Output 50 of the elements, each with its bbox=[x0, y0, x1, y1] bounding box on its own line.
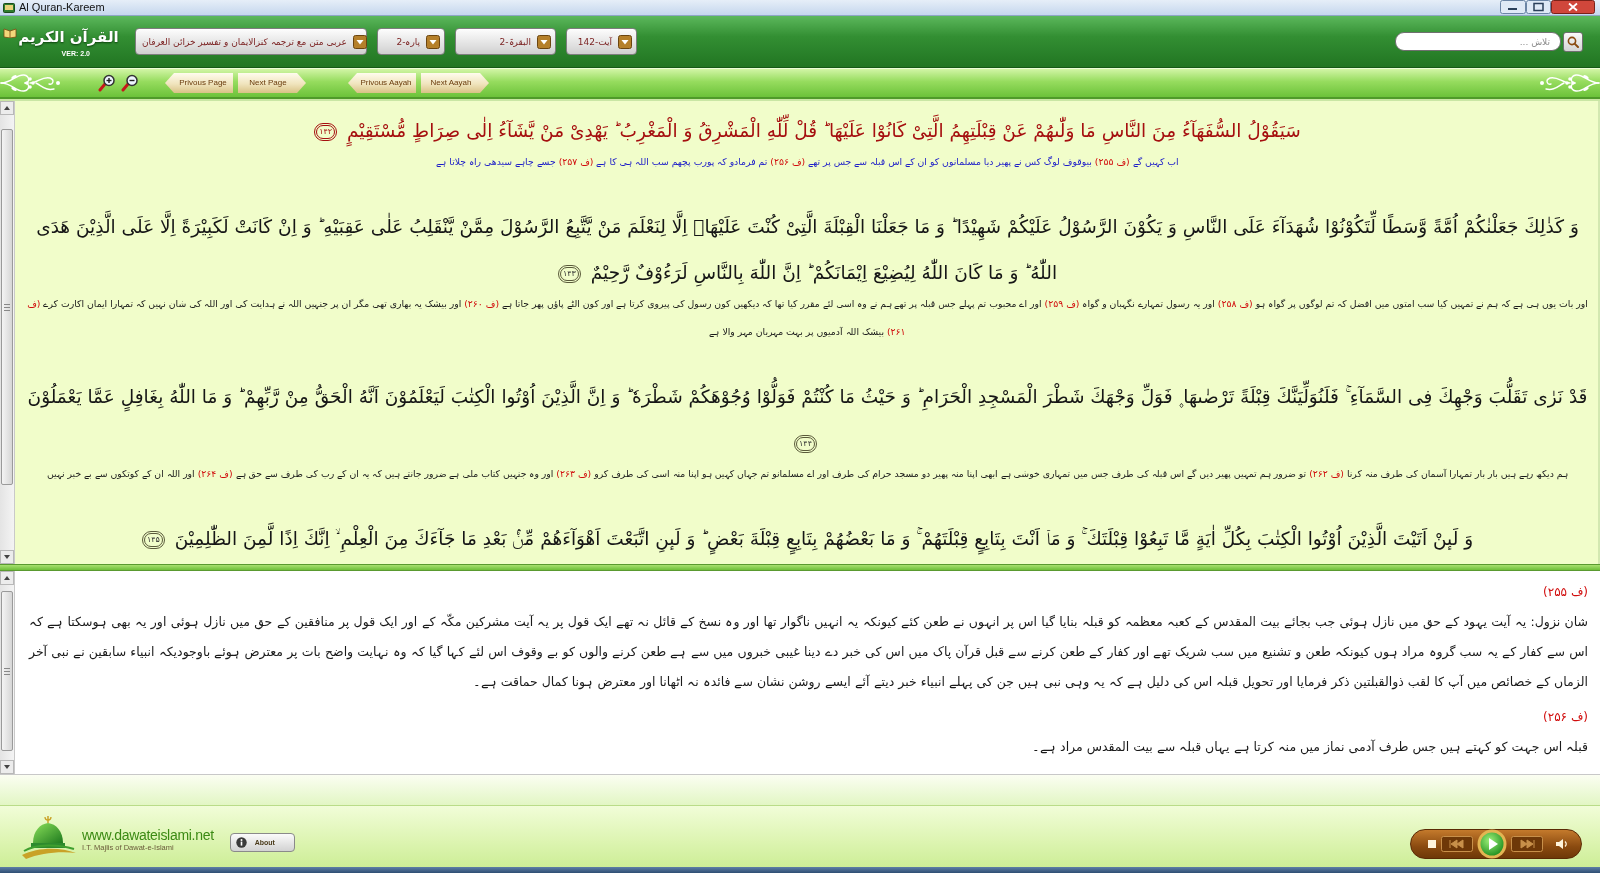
maximize-icon[interactable] bbox=[1526, 0, 1551, 14]
volume-icon[interactable] bbox=[1555, 837, 1569, 850]
nav-button[interactable]: Next Page bbox=[238, 73, 306, 93]
footnote-heading: (ف ۲۵۶) bbox=[1542, 709, 1588, 726]
scroll-up-icon[interactable] bbox=[0, 571, 14, 585]
dropdown[interactable]: البقرۃ-2 bbox=[455, 28, 556, 55]
scroll-up-icon[interactable] bbox=[0, 101, 14, 115]
minimize-icon[interactable] bbox=[1500, 0, 1526, 14]
caret-icon[interactable] bbox=[618, 34, 632, 49]
logo-title: القرآن الكريم bbox=[18, 27, 119, 48]
verse-text: سَیَقُوْلُ السُّفَهَآءُ مِنَ النَّاسِ مَا وَلّٰىهُمْ عَنْ قِبْلَتِهِمُ الَّتِیْ كَانُوْا عَلَیْهَا ؕ قُلْ لِّلّٰهِ الْمَشْرِقُ وَ الْمَغْرِبُ ؕ یَهْدِیْ مَنْ یَّشَآءُ اِلٰى صِرَاطٍ مُّسْتَقِیْمٍ ۱۴۲ bbox=[27, 108, 1588, 154]
stop-icon[interactable] bbox=[1427, 838, 1437, 849]
nav-button[interactable]: Next Aayah bbox=[421, 73, 489, 93]
dropdown[interactable]: آیت-142 bbox=[566, 28, 637, 55]
scroll-down-icon[interactable] bbox=[0, 550, 14, 564]
scrollbar[interactable] bbox=[0, 101, 15, 564]
dropdown[interactable]: پارہ-2 bbox=[377, 28, 445, 55]
commentary-paragraph: شان نزول: یہ آیت یہود کے حق میں نازل ہوئی جب بجائے بیت المقدس کے کعبہ معظمہ کو قبلہ بنایا گیا اس پر انہوں نے طعن کئے کیونکہ یہ انہیں ناگوار تھا اور وہ نسخ کے قائل نہ تھے ایک قول پر یہ آیت مشرکین مکّہ کے اور ایک قول پر منافقین کے حق میں نازل ہوئی اور یہ بھی ہوسکتا ہے کہ اس سے کفار کے یہ سب گروہ مراد ہوں کیونکہ طعن و تشنیع میں سب شریک تھے اور کفار کے طعن کرنے سے قبل قرآن پاک میں اس کی خبر دے دینا غیبی خبروں میں سے ہے طعن کرنے والوں کو بے وقوف اس لئے کہا گیا کہ وہ نہایت واضح بات پر معترض ہوئے باوجودیکہ انبیاء سابقین نے نبی آخر الزماں کے خصائص میں آپ کا لقب ذوالقبلتین ذکر فرمایا اور تحویل قبلہ اس کی دلیل ہے کہ یہ وہی نبی ہیں جن کی پہلے انبیاء خبر دیتے آئے ایسے روشن نشان سے فائدہ نہ اٹھانا اور معترض ہونا کمال حماقت ہے۔ bbox=[29, 612, 1588, 692]
book-icon bbox=[3, 27, 18, 38]
search-button[interactable] bbox=[1563, 31, 1583, 52]
verse-text: قَدْ نَرٰى تَقَلُّبَ وَجْهِكَ فِی السَّمَآءِ ۚ فَلَنُوَلِّیَنَّكَ قِبْلَةً تَرْضٰىهَا ۪ فَوَلِّ وَجْهَكَ شَطْرَ الْمَسْجِدِ الْحَرَامِ ؕ وَ حَیْثُ مَا كُنْتُمْ فَوَلُّوْا وُجُوْهَكُمْ شَطْرَهٗ ؕ وَ اِنَّ الَّذِیْنَ اُوْتُوا الْكِتٰبَ لَیَعْلَمُوْنَ اَنَّهُ الْحَقُّ مِنْ رَّبِّهِمْ ؕ وَ مَا اللّٰهُ بِغَافِلٍ عَمَّا یَعْمَلُوْنَ ۱۴۴ bbox=[27, 374, 1588, 466]
scroll-down-icon[interactable] bbox=[0, 760, 14, 774]
window-title: Al Quran-Kareem bbox=[19, 0, 105, 15]
verse-text: وَ كَذٰلِكَ جَعَلْنٰكُمْ اُمَّةً وَّسَطًا لِّتَكُوْنُوْا شُهَدَآءَ عَلَى النَّاسِ وَ یَكُوْنَ الرَّسُوْلُ عَلَیْكُمْ شَهِیْدًا ؕ وَ مَا جَعَلْنَا الْقِبْلَةَ الَّتِیْ كُنْتَ عَلَیْهَاۤ اِلَّا لِنَعْلَمَ مَنْ یَّتَّبِعُ الرَّسُوْلَ مِمَّنْ یَّنْقَلِبُ عَلٰى عَقِبَیْهِ ؕ وَ اِنْ كَانَتْ لَكَبِیْرَةً اِلَّا عَلَى الَّذِیْنَ هَدَى اللّٰهُ ؕ وَ مَا كَانَ اللّٰهُ لِیُضِیْعَ اِیْمَانَكُمْ ؕ اِنَّ اللّٰهَ بِالنَّاسِ لَرَءُوْفٌ رَّحِیْمٌ ۱۴۳ bbox=[27, 204, 1588, 296]
next-icon[interactable] bbox=[1511, 835, 1543, 852]
footnote-heading: (ف ۲۵۵) bbox=[1542, 584, 1588, 601]
caret-icon[interactable] bbox=[352, 34, 367, 49]
info-icon bbox=[235, 837, 247, 848]
scrollbar[interactable] bbox=[0, 571, 15, 774]
close-icon[interactable] bbox=[1551, 0, 1595, 14]
play-icon[interactable] bbox=[1477, 828, 1507, 859]
zoom-in-icon[interactable] bbox=[98, 74, 115, 92]
book-icon bbox=[3, 2, 15, 14]
previous-icon[interactable] bbox=[1441, 835, 1473, 852]
translation-text: اب کہیں گے (ف ۲۵۵) بیوقوف لوگ کس نے پھیر دیا مسلمانوں کو ان کے اس قبلہ سے جس پر تھے (ف ۲۵۶) تم فرمادو کہ پورب پچھم سب اللہ ہی کا ہے (ف ۲۵۷) جسے چاہے سیدھی راہ چلاتا ہے bbox=[435, 155, 1180, 170]
translation-text: ہم دیکھ رہے ہیں بار بار تمہارا آسمان کی طرف منہ کرنا (ف ۲۶۲) تو ضرور ہم تمہیں پھیر دیں گے اس قبلہ کی طرف جس میں تمہاری خوشی ہے ابھی اپنا منہ پھیر دو مسجد حرام کی طرف اور اے مسلمانو تم جہاں کہیں ہو اپنا منہ اسی کی طرف کرو (ف ۲۶۳) اور وہ جنہیں کتاب ملی ہے ضرور جانتے ہیں کہ یہ ان کے رب کی طرف سے حق ہے (ف ۲۶۴) اور اللہ ان کے کوتکوں سے بے خبر نہیں bbox=[46, 467, 1569, 482]
website-text: www.dawateislami.net bbox=[82, 826, 214, 843]
search-field[interactable]: تلاش ... bbox=[1395, 32, 1561, 51]
caret-icon[interactable] bbox=[426, 34, 440, 49]
zoom-out-icon[interactable] bbox=[121, 74, 138, 92]
nav-button[interactable]: Privous Aayah bbox=[348, 73, 416, 93]
translation-text: اور بات یوں ہی ہے کہ ہم نے تمہیں کیا سب امتوں میں افضل کہ تم لوگوں پر گواہ ہو (ف ۲۵۸) اور یہ رسول تمہارے نگہبان و گواہ (ف ۲۵۹) اور اے محبوب تم پہلے جس قبلہ پر تھے ہم نے وہ اسی لئے مقرر کیا تھا کہ دیکھیں کون رسول کی پیروی کرتا ہے اور کون الٹے پاؤں پھر جاتا ہے (ف ۲۶۰) اور بیشک یہ بھاری تھی مگر ان پر جنہیں اللہ نے ہدایت کی اور اللہ کی شان نہیں کہ تمہارا ایمان اکارت کرے (ف ۲۶۱) بیشک اللہ آدمیوں پر بہت مہربان مہر والا ہے bbox=[27, 297, 1588, 339]
dropdown[interactable]: عربی متن مع ترجمہ کنزالایمان و تفسیر خزائن العرفان bbox=[135, 28, 367, 55]
verse-text: وَ لَىٕنْ اَتَیْتَ الَّذِیْنَ اُوْتُوا الْكِتٰبَ بِكُلِّ اٰیَةٍ مَّا تَبِعُوْا قِبْلَتَكَ ۚ وَ مَاۤ اَنْتَ بِتَابِعٍ قِبْلَتَهُمْ ۚ وَ مَا بَعْضُهُمْ بِتَابِعٍ قِبْلَةَ بَعْضٍ ؕ وَ لَىٕنِ اتَّبَعْتَ اَهْوَآءَهُمْ مِّنْۢ بَعْدِ مَا جَآءَكَ مِنَ الْعِلْمِ ۙ اِنَّكَ اِذًا لَّمِنَ الظّٰلِمِیْنَ ۱۴۵ bbox=[27, 516, 1588, 562]
caret-icon[interactable] bbox=[537, 34, 551, 49]
commentary-paragraph: قبلہ اس جہت کو کہتے ہیں جس طرف آدمی نماز میں منہ کرتا ہے یہاں قبلہ سے بیت المقدس مراد ہے۔ bbox=[1031, 738, 1588, 757]
search-icon bbox=[1567, 35, 1579, 48]
scrollbar-thumb[interactable] bbox=[1, 129, 13, 485]
nav-button[interactable]: Privous Page bbox=[165, 73, 233, 93]
scrollbar-thumb[interactable] bbox=[1, 591, 13, 751]
